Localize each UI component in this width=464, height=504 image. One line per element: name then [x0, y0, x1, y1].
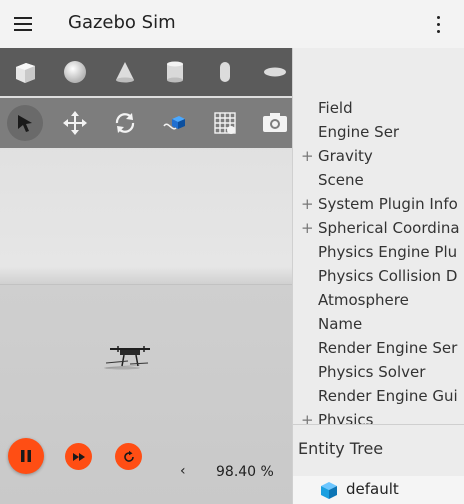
expand-plus-icon[interactable]: +: [301, 192, 314, 216]
refresh-icon: [123, 450, 134, 462]
entity-tree-header: Entity Tree: [293, 424, 464, 476]
quadcopter-model[interactable]: [100, 344, 160, 372]
component-item[interactable]: + Spherical Coordina: [293, 216, 464, 240]
fast-forward-icon: [72, 452, 85, 461]
component-item-label: Field: [318, 99, 353, 117]
app-header: Gazebo Sim: [0, 0, 464, 48]
component-item[interactable]: Physics Solver: [293, 360, 464, 384]
horizon-line: [0, 284, 292, 285]
component-item[interactable]: Atmosphere: [293, 288, 464, 312]
right-side-panel: Field Engine Ser + Gravity Scene + System Plug…: [292, 48, 464, 504]
entity-tree-title: Entity Tree: [298, 439, 384, 458]
component-item-label: Physics Engine Plu: [318, 243, 458, 261]
component-item[interactable]: Render Engine Gui: [293, 384, 464, 408]
component-item-label: Physics Collision D: [318, 267, 458, 285]
component-item-label: Render Engine Gui: [318, 387, 458, 405]
component-item[interactable]: Physics Engine Plu: [293, 240, 464, 264]
component-item[interactable]: Name: [293, 312, 464, 336]
capsule-icon[interactable]: [200, 48, 250, 96]
component-item-label: Spherical Coordina: [318, 219, 460, 237]
component-item[interactable]: + Gravity: [293, 144, 464, 168]
cone-icon[interactable]: [100, 48, 150, 96]
app-title: Gazebo Sim: [68, 12, 176, 33]
component-item[interactable]: Engine Ser: [293, 120, 464, 144]
select-icon[interactable]: [0, 99, 50, 147]
component-item-label: Atmosphere: [318, 291, 409, 309]
component-item-label: Name: [318, 315, 363, 333]
component-item[interactable]: Field: [293, 96, 464, 120]
step-button[interactable]: [65, 443, 92, 470]
rotate-icon[interactable]: [100, 99, 150, 147]
component-item[interactable]: Scene: [293, 168, 464, 192]
hamburger-menu-icon[interactable]: [12, 14, 34, 34]
component-item[interactable]: + System Plugin Info: [293, 192, 464, 216]
real-time-factor: 98.40 %: [216, 464, 274, 480]
expand-plus-icon[interactable]: +: [301, 144, 314, 168]
collapse-stats-toggle[interactable]: ‹: [180, 463, 186, 479]
grid-config-icon[interactable]: [200, 99, 250, 147]
component-inspector-list[interactable]: Field Engine Ser + Gravity Scene + System Plug…: [293, 96, 464, 472]
component-item[interactable]: Render Engine Ser: [293, 336, 464, 360]
component-item-label: System Plugin Info: [318, 195, 458, 213]
component-item-label: Gravity: [318, 147, 373, 165]
entity-tree: default: [293, 476, 464, 504]
sphere-icon[interactable]: [50, 48, 100, 96]
transform-snap-icon[interactable]: [150, 99, 200, 147]
component-item-label: Engine Ser: [318, 123, 400, 141]
box-icon[interactable]: [0, 48, 50, 96]
expand-plus-icon[interactable]: +: [301, 216, 314, 240]
translate-icon[interactable]: [50, 99, 100, 147]
component-item-label: Scene: [318, 171, 364, 189]
component-item[interactable]: Physics Collision D: [293, 264, 464, 288]
cylinder-icon[interactable]: [150, 48, 200, 96]
more-vert-icon[interactable]: [430, 14, 446, 34]
model-cube-icon: [321, 482, 337, 499]
entity-label: default: [346, 480, 399, 498]
pause-icon: [21, 450, 31, 462]
pause-button[interactable]: [8, 438, 44, 474]
component-item-label: Render Engine Ser: [318, 339, 458, 357]
reset-button[interactable]: [115, 443, 142, 470]
component-item-label: Physics Solver: [318, 363, 426, 381]
